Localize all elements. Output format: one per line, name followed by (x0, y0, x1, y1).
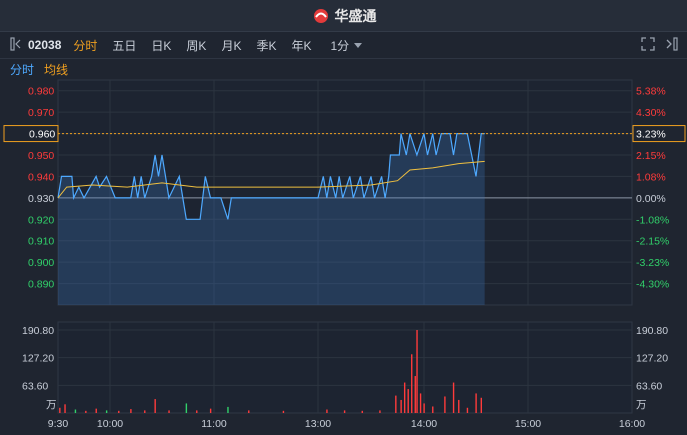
volume-unit-label: 万 (636, 399, 647, 411)
price-tick-label: 0.910 (28, 236, 54, 248)
price-tick-label: 0.920 (28, 214, 54, 226)
volume-bar (414, 376, 416, 413)
time-tick-label: 13:00 (305, 418, 331, 430)
volume-bar (419, 393, 422, 413)
volume-bar (95, 408, 97, 413)
volume-bar (154, 399, 156, 413)
volume-bar (432, 406, 434, 413)
volume-bar (196, 410, 198, 413)
volume-bar (64, 404, 66, 413)
time-tick-label: 15:00 (515, 418, 541, 430)
volume-tick-label: 190.80 (22, 325, 54, 337)
volume-bar (168, 410, 170, 413)
pct-tick-label: -2.15% (636, 236, 669, 248)
pct-tick-label: 1.08% (636, 171, 666, 183)
crosshair-pct-label: 3.23% (636, 129, 666, 141)
volume-bar (475, 393, 477, 413)
volume-bar (416, 330, 418, 413)
intraday-chart[interactable]: 0.980 5.38% 0.970 4.30% 0.960 3.23% 0.950 2.15%… (0, 0, 687, 435)
volume-bar (227, 406, 229, 413)
time-tick-label: 16:00 (619, 418, 645, 430)
volume-bar (343, 410, 346, 413)
crosshair-price-label: 0.960 (29, 129, 55, 141)
volume-tick-label: 190.80 (636, 325, 668, 337)
volume-bar (400, 399, 402, 413)
volume-bar (452, 382, 455, 413)
volume-bar (144, 410, 146, 413)
volume-bar (209, 408, 212, 413)
price-tick-label: 0.930 (28, 193, 54, 205)
price-tick-label: 0.970 (28, 107, 54, 119)
pct-tick-label: 2.15% (636, 150, 666, 162)
volume-bar (411, 354, 413, 413)
volume-bar (361, 410, 363, 413)
volume-bar (458, 399, 460, 413)
volume-bar (423, 403, 425, 413)
volume-tick-label: 63.60 (22, 380, 48, 392)
pct-tick-label: 5.38% (636, 86, 666, 98)
volume-bar (85, 410, 87, 413)
time-tick-label: 11:00 (201, 418, 227, 430)
volume-unit-label: 万 (46, 399, 57, 411)
volume-bar (59, 407, 61, 413)
volume-bar (326, 409, 328, 413)
volume-bar (105, 410, 108, 413)
volume-bar (282, 410, 285, 413)
volume-bar (118, 410, 120, 413)
volume-bar (466, 407, 469, 413)
price-tick-label: 0.940 (28, 171, 54, 183)
volume-bar (248, 410, 250, 413)
volume-panel (57, 321, 633, 414)
volume-tick-label: 127.20 (22, 353, 54, 365)
pct-tick-label: -4.30% (636, 279, 669, 291)
volume-bar (395, 395, 397, 413)
volume-tick-label: 63.60 (636, 380, 662, 392)
price-tick-label: 0.900 (28, 257, 54, 269)
price-tick-label: 0.980 (28, 86, 54, 98)
volume-bar (480, 397, 482, 413)
pct-tick-label: -3.23% (636, 257, 669, 269)
time-tick-label: 9:30 (48, 418, 69, 430)
volume-tick-label: 127.20 (636, 353, 668, 365)
volume-bar (403, 382, 406, 413)
pct-tick-label: 0.00% (636, 193, 666, 205)
pct-tick-label: -1.08% (636, 214, 669, 226)
volume-bar (379, 410, 381, 413)
volume-bar (74, 409, 77, 413)
time-tick-label: 10:00 (97, 418, 123, 430)
volume-bar (407, 389, 409, 413)
volume-bar (130, 409, 132, 413)
volume-bar (185, 403, 188, 413)
price-tick-label: 0.950 (28, 150, 54, 162)
volume-bar (444, 396, 446, 413)
price-tick-label: 0.890 (28, 279, 54, 291)
time-tick-label: 14:00 (411, 418, 437, 430)
pct-tick-label: 4.30% (636, 107, 666, 119)
